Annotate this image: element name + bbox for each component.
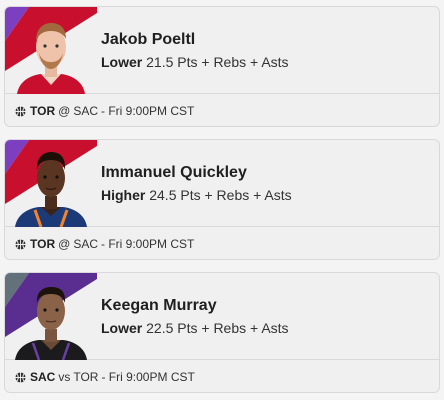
- prop-card-header: Jakob Poeltl Lower 21.5 Pts + Rebs + Ast…: [5, 7, 439, 94]
- opponent-abbrev: TOR: [73, 370, 99, 384]
- game-time: - Fri 9:00PM CST: [101, 237, 195, 251]
- game-info: SAC vs TOR - Fri 9:00PM CST: [5, 361, 439, 392]
- player-name: Keegan Murray: [101, 297, 217, 314]
- player-avatar: [5, 273, 97, 360]
- player-avatar: [5, 140, 97, 227]
- opponent-abbrev: SAC: [73, 104, 98, 118]
- prop-value: 24.5: [149, 187, 177, 203]
- team-abbrev: SAC: [30, 370, 56, 384]
- basketball-icon: [15, 238, 26, 250]
- basketball-icon: [15, 105, 26, 117]
- prop-line: Higher 24.5 Pts + Rebs + Asts: [101, 187, 292, 203]
- game-time: - Fri 9:00PM CST: [101, 104, 195, 118]
- prop-card[interactable]: Immanuel Quickley Higher 24.5 Pts + Rebs…: [4, 139, 440, 260]
- team-abbrev: TOR: [30, 104, 56, 118]
- player-name: Immanuel Quickley: [101, 164, 247, 181]
- prop-value: 22.5: [146, 320, 174, 336]
- prop-card-header: Immanuel Quickley Higher 24.5 Pts + Rebs…: [5, 140, 439, 227]
- prop-card[interactable]: Keegan Murray Lower 22.5 Pts + Rebs + As…: [4, 272, 440, 393]
- prop-card[interactable]: Jakob Poeltl Lower 21.5 Pts + Rebs + Ast…: [4, 6, 440, 127]
- prop-stat: Pts + Rebs + Asts: [177, 54, 289, 70]
- prop-value: 21.5: [146, 54, 174, 70]
- prop-stat: Pts + Rebs + Asts: [180, 187, 292, 203]
- player-avatar: [5, 7, 97, 94]
- prop-line: Lower 21.5 Pts + Rebs + Asts: [101, 54, 289, 70]
- opponent-abbrev: SAC: [73, 237, 98, 251]
- prop-stat: Pts + Rebs + Asts: [177, 320, 289, 336]
- game-time: - Fri 9:00PM CST: [101, 370, 195, 384]
- player-name: Jakob Poeltl: [101, 31, 196, 48]
- basketball-icon: [15, 371, 26, 383]
- prop-direction: Lower: [101, 54, 143, 70]
- matchup-connector: @: [58, 237, 71, 251]
- prop-direction: Higher: [101, 187, 146, 203]
- matchup-connector: @: [58, 104, 71, 118]
- game-info: TOR @ SAC - Fri 9:00PM CST: [5, 228, 439, 259]
- prop-direction: Lower: [101, 320, 143, 336]
- prop-line: Lower 22.5 Pts + Rebs + Asts: [101, 320, 289, 336]
- matchup-connector: vs: [58, 370, 71, 384]
- team-abbrev: TOR: [30, 237, 56, 251]
- game-info: TOR @ SAC - Fri 9:00PM CST: [5, 95, 439, 126]
- prop-card-header: Keegan Murray Lower 22.5 Pts + Rebs + As…: [5, 273, 439, 360]
